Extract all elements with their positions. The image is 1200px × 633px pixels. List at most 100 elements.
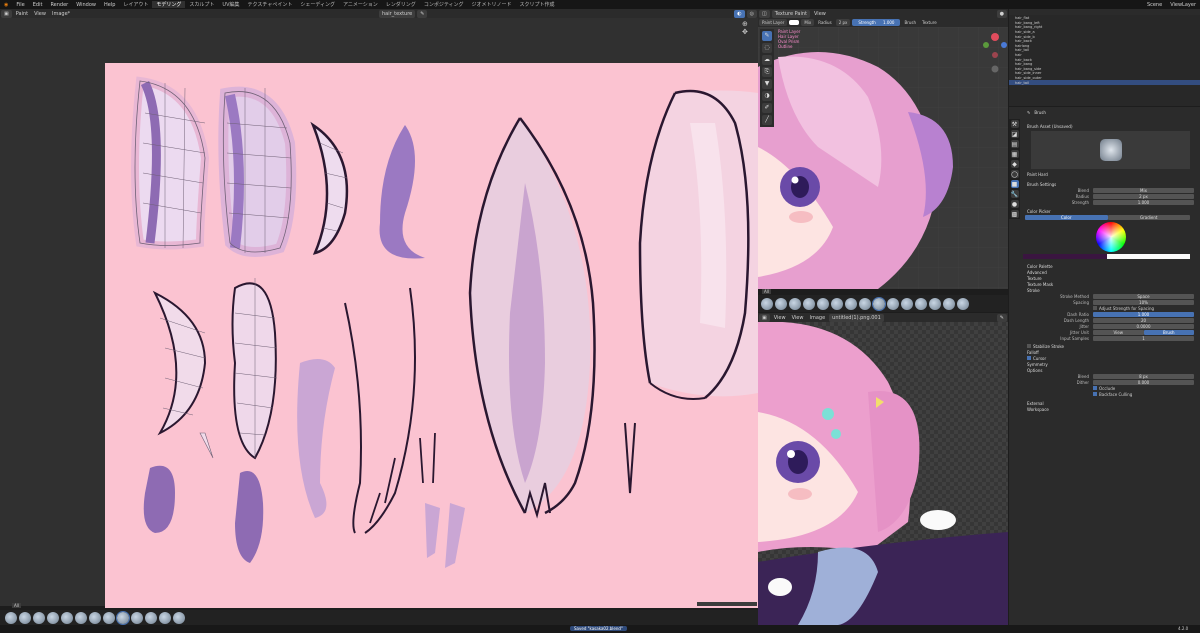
brush-menu[interactable]: Brush (901, 20, 919, 25)
gradient-tab[interactable]: Gradient (1107, 214, 1190, 220)
jitter-unit-brush[interactable]: Brush (1143, 329, 1194, 335)
workspace-tab-layout[interactable]: レイアウト (119, 1, 152, 8)
texture-tab-icon[interactable]: ▩ (1010, 210, 1019, 218)
gizmo-toggle-icon[interactable]: ◎ (746, 9, 758, 18)
brush-thumbnail-8[interactable] (103, 611, 115, 624)
menu-edit[interactable]: Edit (29, 2, 47, 8)
viewport-brush-2[interactable] (775, 297, 787, 310)
material-tab-icon[interactable]: ● (1010, 200, 1019, 208)
spacing-field[interactable]: 10% (1093, 299, 1194, 305)
output-tab-icon[interactable]: ▤ (1010, 140, 1019, 148)
world-tab-icon[interactable]: ◯ (1010, 170, 1019, 178)
bleed-field[interactable]: 8 px (1093, 373, 1194, 379)
draw-tool-icon[interactable]: ✎ (762, 31, 772, 41)
viewport-brush-10[interactable] (887, 297, 899, 310)
dither-field[interactable]: 0.000 (1093, 379, 1194, 385)
input-samples-field[interactable]: 1 (1093, 335, 1194, 341)
viewport-view-menu[interactable]: View (811, 11, 829, 17)
viewport-brush-5[interactable] (817, 297, 829, 310)
adjust-strength-checkbox[interactable] (1093, 306, 1097, 310)
outliner-row-selected[interactable]: hair_tail (1009, 80, 1200, 85)
stabilize-checkbox[interactable] (1027, 344, 1031, 348)
workspace-tab-rendering[interactable]: レンダリング (382, 1, 420, 8)
brush-thumbnail-3[interactable] (33, 611, 45, 624)
blend-dropdown[interactable]: Mix (1093, 187, 1194, 193)
viewport-brush-4[interactable] (803, 297, 815, 310)
image-editor-menu-view[interactable]: View (31, 11, 49, 17)
jitter-unit-view[interactable]: View (1093, 329, 1144, 335)
viewport-brush-15[interactable] (957, 297, 969, 310)
workspace-tab-uv[interactable]: UV編集 (218, 1, 243, 8)
viewport-brush-3[interactable] (789, 297, 801, 310)
tool-tab-icon[interactable]: ⚒ (1010, 120, 1019, 128)
menu-help[interactable]: Help (100, 2, 119, 8)
color-tab[interactable]: Color (1025, 214, 1108, 220)
clone-tool-icon[interactable]: ⎘ (762, 67, 772, 77)
lower-pin-icon[interactable]: ✎ (996, 313, 1007, 322)
overlay-toggle-icon[interactable]: ◐ (734, 9, 745, 18)
workspace-tab-geometry-nodes[interactable]: ジオメトリノード (468, 1, 516, 8)
image-editor-menu-paint[interactable]: Paint (13, 11, 31, 17)
lower-image-name-field[interactable]: untitled(1).png.001 (829, 313, 884, 322)
jitter-field[interactable]: 0.0000 (1093, 323, 1194, 329)
object-tab-icon[interactable]: ■ (1010, 180, 1019, 188)
secondary-color-swatch[interactable] (1106, 254, 1190, 259)
menu-file[interactable]: File (12, 2, 28, 8)
zoom-icon[interactable]: ⊕ (742, 20, 754, 28)
texture-slot-field[interactable]: Paint Layer (759, 19, 788, 26)
viewport-area[interactable]: ✎ ◌ ☁ ⎘ ▼ ◑ ✐ ╱ Paint Layer Hair Layer O… (758, 27, 1008, 289)
brush-thumbnail-12[interactable] (159, 611, 171, 624)
occlude-checkbox[interactable] (1093, 386, 1097, 390)
image-editor-area[interactable]: ⊕ ✥ (0, 18, 758, 608)
brush-preview[interactable] (1031, 131, 1190, 169)
brush-thumbnail-7[interactable] (89, 611, 101, 624)
render-tab-icon[interactable]: ◪ (1010, 130, 1019, 138)
viewport-brush-14[interactable] (943, 297, 955, 310)
strength-prop-field[interactable]: 1.000 (1093, 199, 1194, 205)
viewport-brush-7[interactable] (845, 297, 857, 310)
workspace-tab-sculpt[interactable]: スカルプト (185, 1, 218, 8)
brush-thumbnail-1[interactable] (5, 611, 17, 624)
menu-window[interactable]: Window (72, 2, 100, 8)
stroke-method-dropdown[interactable]: Space (1093, 293, 1194, 299)
brush-thumbnail-6[interactable] (75, 611, 87, 624)
viewport-shading-icon[interactable]: ● (996, 9, 1007, 18)
viewport-brush-11[interactable] (901, 297, 913, 310)
modifier-tab-icon[interactable]: 🔧 (1010, 190, 1019, 198)
brush-thumbnail-10[interactable] (131, 611, 143, 624)
menu-render[interactable]: Render (46, 2, 72, 8)
texture-menu[interactable]: Texture (919, 20, 940, 25)
brush-asset-label[interactable]: Brush Asset (Unsaved) (1021, 123, 1200, 129)
lower-menu-image[interactable]: Image (806, 315, 828, 321)
viewlayer-selector[interactable]: ViewLayer (1166, 2, 1200, 8)
viewport-brush-12[interactable] (915, 297, 927, 310)
blend-field[interactable]: Mix (801, 19, 815, 26)
viewport-brush-6[interactable] (831, 297, 843, 310)
brush-thumbnail-9-active[interactable] (116, 610, 130, 625)
brush-thumbnail-11[interactable] (145, 611, 157, 624)
navigation-gizmo[interactable]: ⊕ ✥ (742, 20, 754, 36)
backface-checkbox[interactable] (1093, 392, 1097, 396)
radius-prop-field[interactable]: 2 px (1093, 193, 1194, 199)
workspace-tab-compositing[interactable]: コンポジティング (420, 1, 468, 8)
color-wheel[interactable] (1095, 222, 1126, 252)
workspace-panel[interactable]: Workspace (1021, 406, 1200, 412)
smear-tool-icon[interactable]: ☁ (762, 55, 772, 65)
texture-canvas[interactable] (105, 63, 758, 608)
dash-length-field[interactable]: 20 (1093, 317, 1194, 323)
viewport-brush-tab[interactable]: All (762, 289, 771, 294)
axis-gizmo[interactable] (978, 29, 1008, 79)
blender-logo-icon[interactable]: ◉ (0, 2, 12, 8)
workspace-tab-texture-paint[interactable]: テクスチャペイント (244, 1, 297, 8)
viewport-editor-type-icon[interactable]: ◫ (759, 9, 770, 18)
cursor-checkbox[interactable] (1027, 356, 1031, 360)
pan-icon[interactable]: ✥ (742, 28, 754, 36)
viewport-brush-9-active[interactable] (872, 296, 886, 311)
image-name-field[interactable]: hair_texture (378, 9, 416, 18)
lower-image-area[interactable] (758, 322, 1008, 625)
strength-field[interactable]: Strength 1.000 (852, 19, 901, 26)
lower-menu-view-1[interactable]: View (771, 315, 789, 321)
brush-thumbnail-2[interactable] (19, 611, 31, 624)
viewport-brush-8[interactable] (859, 297, 871, 310)
scene-tab-icon[interactable]: ◆ (1010, 160, 1019, 168)
